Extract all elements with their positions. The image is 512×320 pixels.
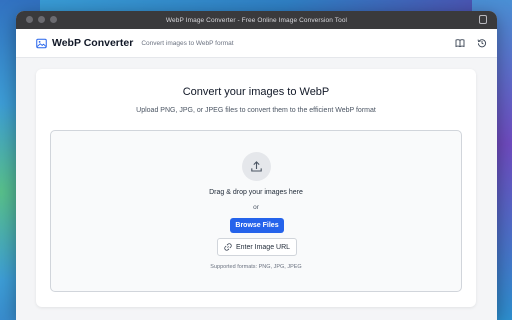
app-title: WebP Converter <box>52 37 134 49</box>
file-dropzone[interactable]: Drag & drop your images here or Browse F… <box>50 130 462 292</box>
page-description: Upload PNG, JPG, or JPEG files to conver… <box>136 107 376 114</box>
image-icon <box>36 38 47 49</box>
window-titlebar: WebP Image Converter - Free Online Image… <box>16 11 497 29</box>
browse-files-button[interactable]: Browse Files <box>230 218 284 233</box>
header-actions <box>455 38 487 48</box>
minimize-window-button[interactable] <box>38 16 45 23</box>
app-subtitle: Convert images to WebP format <box>141 39 234 47</box>
enter-image-url-label: Enter Image URL <box>235 243 291 251</box>
upload-icon <box>242 152 271 181</box>
browser-window: WebP Image Converter - Free Online Image… <box>16 11 497 320</box>
sidebar-toggle-icon[interactable] <box>479 15 487 24</box>
book-icon[interactable] <box>455 38 465 48</box>
maximize-window-button[interactable] <box>50 16 57 23</box>
page-title: Convert your images to WebP <box>182 86 330 98</box>
close-window-button[interactable] <box>26 16 33 23</box>
app-header: WebP Converter Convert images to WebP fo… <box>16 29 497 58</box>
link-icon <box>224 243 232 251</box>
window-controls <box>26 16 57 23</box>
supported-formats-text: Supported formats: PNG, JPG, JPEG <box>210 264 302 270</box>
history-icon[interactable] <box>477 38 487 48</box>
window-title: WebP Image Converter - Free Online Image… <box>165 16 348 24</box>
drag-drop-text: Drag & drop your images here <box>209 189 303 196</box>
converter-card: Convert your images to WebP Upload PNG, … <box>36 69 476 307</box>
or-separator: or <box>253 204 259 211</box>
enter-image-url-button[interactable]: Enter Image URL <box>217 238 297 256</box>
